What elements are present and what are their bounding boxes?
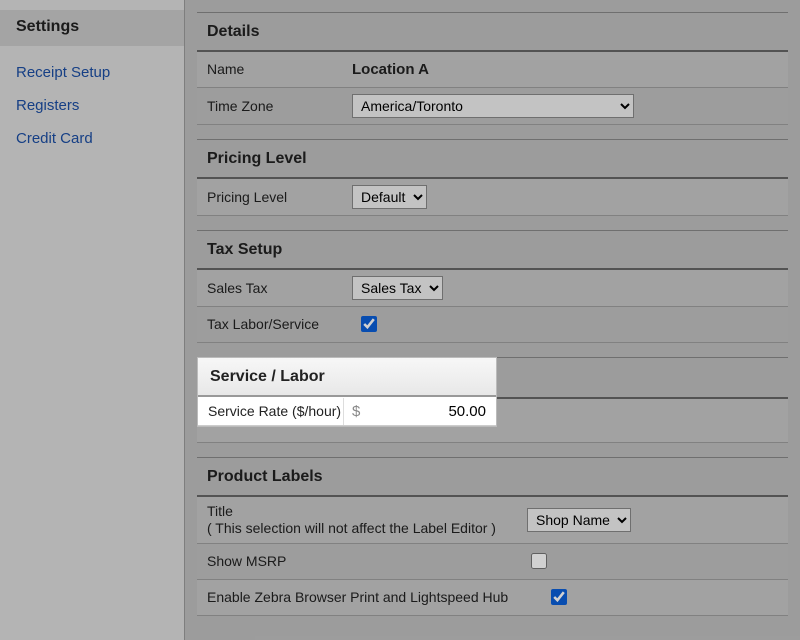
value-name: Location A <box>352 61 429 78</box>
label-title-note: ( This selection will not affect the Lab… <box>207 520 527 537</box>
label-enable-zebra: Enable Zebra Browser Print and Lightspee… <box>207 589 547 606</box>
row-pricing-level: Pricing Level Default <box>197 179 788 216</box>
row-time-zone: Time Zone America/Toronto <box>197 88 788 125</box>
label-title: Title <box>207 503 527 520</box>
section-service-header: Service / Labor <box>198 358 496 397</box>
section-pricing: Pricing Level Pricing Level Default <box>197 139 788 216</box>
select-time-zone[interactable]: America/Toronto <box>352 94 634 118</box>
section-service-wrapper: Service / Labor Service Rate ($/hour) $ <box>197 357 788 443</box>
section-tax: Tax Setup Sales Tax Sales Tax Tax Labor/… <box>197 230 788 343</box>
checkbox-show-msrp[interactable] <box>531 553 547 569</box>
section-tax-header: Tax Setup <box>197 231 788 270</box>
sidebar-item-registers[interactable]: Registers <box>0 89 184 122</box>
section-product-labels-header: Product Labels <box>197 458 788 497</box>
row-enable-zebra: Enable Zebra Browser Print and Lightspee… <box>197 580 788 616</box>
main-panel: Details Name Location A Time Zone Americ… <box>185 0 800 640</box>
sidebar-title: Settings <box>16 18 79 35</box>
input-service-rate[interactable] <box>364 402 488 421</box>
label-service-rate: Service Rate ($/hour) <box>198 397 343 425</box>
section-details-header: Details <box>197 13 788 52</box>
section-details: Details Name Location A Time Zone Americ… <box>197 12 788 125</box>
label-sales-tax: Sales Tax <box>207 280 352 297</box>
row-name: Name Location A <box>197 52 788 88</box>
sidebar: Settings Receipt Setup Registers Credit … <box>0 0 185 640</box>
sidebar-item-credit-card[interactable]: Credit Card <box>0 122 184 155</box>
row-title: Title ( This selection will not affect t… <box>197 497 788 544</box>
row-tax-labor: Tax Labor/Service <box>197 307 788 343</box>
select-sales-tax[interactable]: Sales Tax <box>352 276 443 300</box>
label-tax-labor: Tax Labor/Service <box>207 316 357 333</box>
sidebar-title-row: Settings <box>0 10 184 46</box>
section-service-highlight: Service / Labor Service Rate ($/hour) $ <box>197 357 497 427</box>
section-product-labels: Product Labels Title ( This selection wi… <box>197 457 788 616</box>
row-show-msrp: Show MSRP <box>197 544 788 580</box>
sidebar-item-receipt-setup[interactable]: Receipt Setup <box>0 56 184 89</box>
label-pricing-level: Pricing Level <box>207 189 352 206</box>
row-sales-tax: Sales Tax Sales Tax <box>197 270 788 307</box>
currency-symbol: $ <box>352 403 364 420</box>
row-service-rate: Service Rate ($/hour) $ <box>198 397 496 426</box>
label-show-msrp: Show MSRP <box>207 553 527 570</box>
select-title[interactable]: Shop Name <box>527 508 631 532</box>
checkbox-tax-labor[interactable] <box>361 316 377 332</box>
sidebar-links: Receipt Setup Registers Credit Card <box>0 46 184 155</box>
label-time-zone: Time Zone <box>207 98 352 115</box>
select-pricing-level[interactable]: Default <box>352 185 427 209</box>
checkbox-enable-zebra[interactable] <box>551 589 567 605</box>
label-name: Name <box>207 61 352 78</box>
section-pricing-header: Pricing Level <box>197 140 788 179</box>
